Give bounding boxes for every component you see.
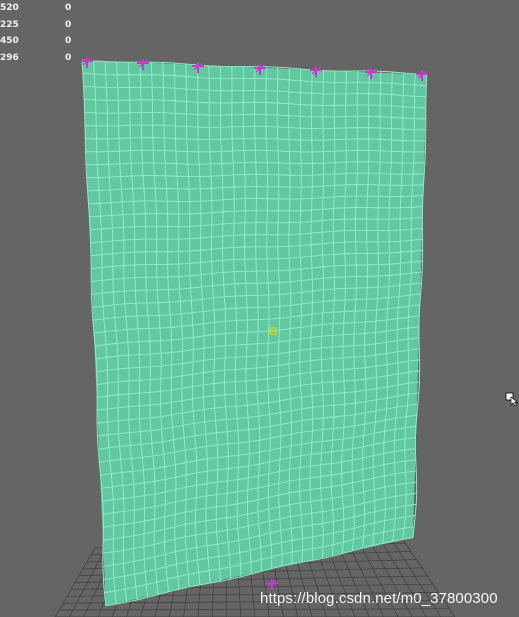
scene-canvas[interactable] [0, 0, 519, 617]
hud-label: 296 [0, 52, 19, 63]
pin-constraint-icon [266, 579, 278, 590]
hud-row: 520 0 [0, 0, 80, 17]
hud-label: 520 [0, 3, 19, 13]
heads-up-display: 520 0 225 0 450 0 296 0 [0, 0, 80, 66]
hud-row: 450 0 [0, 33, 80, 50]
mouse-cursor-icon [505, 392, 519, 406]
hud-label: 450 [0, 36, 19, 46]
hud-row: 296 0 [0, 50, 80, 67]
hud-value: 0 [65, 3, 72, 13]
hud-value: 0 [65, 52, 72, 63]
hud-value: 0 [65, 36, 72, 46]
watermark-text: https://blog.csdn.net/m0_37800300 [260, 590, 498, 607]
hud-value: 0 [65, 19, 72, 30]
3d-viewport[interactable]: 520 0 225 0 450 0 296 0 https://blog.csd… [0, 0, 519, 617]
cloth-mesh[interactable] [81, 59, 428, 607]
hud-label: 225 [0, 19, 19, 30]
hud-row: 225 0 [0, 17, 80, 34]
